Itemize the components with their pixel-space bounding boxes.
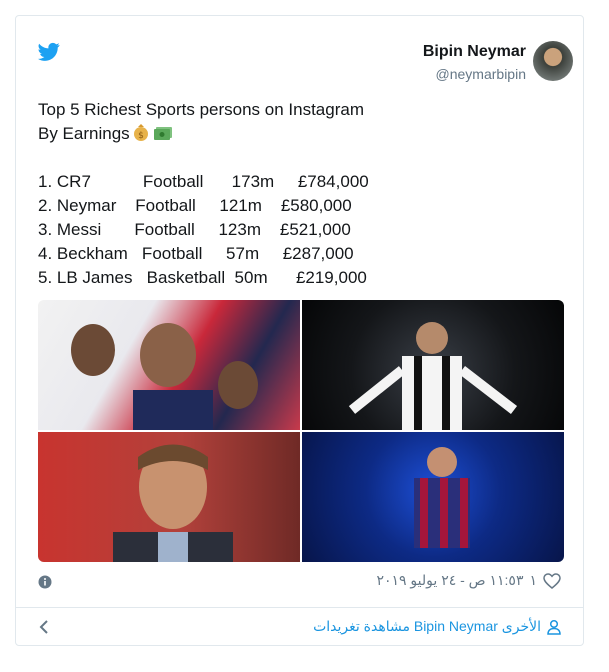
- info-icon[interactable]: [38, 575, 52, 589]
- chevron-left-icon[interactable]: [38, 619, 50, 635]
- money-bag-icon: $: [133, 124, 148, 141]
- more-tweets-row[interactable]: مشاهدة تغريدات Bipin Neymar الأخرى: [16, 608, 583, 646]
- person-icon: [547, 619, 561, 635]
- view-more-tweets-link[interactable]: مشاهدة تغريدات Bipin Neymar الأخرى: [313, 618, 561, 635]
- tweet-footer: ١١:٥٣ ص - ٢٤ يوليو ٢٠١٩ ١: [38, 572, 561, 594]
- tweet-line: 2. Neymar Football 121m £580,000: [38, 196, 352, 215]
- tweet-line: 4. Beckham Football 57m £287,000: [38, 244, 354, 263]
- twitter-bird-icon[interactable]: [38, 42, 60, 62]
- tweet-card: Bipin Neymar @neymarbipin Top 5 Richest …: [15, 15, 584, 646]
- tweet-line: By Earnings: [38, 124, 130, 143]
- media-image-4[interactable]: [302, 432, 564, 562]
- media-grid: [38, 300, 564, 562]
- tweet-meta: ١١:٥٣ ص - ٢٤ يوليو ٢٠١٩ ١: [376, 572, 561, 589]
- tweet-line-with-emoji: By Earnings $: [38, 122, 558, 146]
- view-more-tweets-label[interactable]: مشاهدة تغريدات Bipin Neymar الأخرى: [313, 618, 541, 635]
- media-image-3[interactable]: [38, 432, 300, 562]
- tweet-line: Top 5 Richest Sports persons on Instagra…: [38, 100, 364, 119]
- heart-icon[interactable]: [543, 572, 561, 589]
- tweet-line: 5. LB James Basketball 50m £219,000: [38, 268, 367, 287]
- tweet-line: 3. Messi Football 123m £521,000: [38, 220, 351, 239]
- author-handle[interactable]: @neymarbipin: [423, 64, 526, 84]
- tweet-line: 1. CR7 Football 173m £784,000: [38, 172, 369, 191]
- avatar[interactable]: [533, 41, 573, 81]
- tweet-text: Top 5 Richest Sports persons on Instagra…: [38, 98, 558, 290]
- svg-text:$: $: [138, 131, 144, 141]
- media-image-1[interactable]: [38, 300, 300, 430]
- timestamp[interactable]: ١١:٥٣ ص - ٢٤ يوليو ٢٠١٩: [376, 572, 523, 589]
- author-name[interactable]: Bipin Neymar: [423, 42, 526, 62]
- like-count: ١: [529, 572, 537, 588]
- tweet-line: [38, 146, 558, 170]
- author-block[interactable]: Bipin Neymar @neymarbipin: [423, 42, 526, 84]
- media-image-2[interactable]: [302, 300, 564, 430]
- money-with-wings-icon: [153, 127, 172, 140]
